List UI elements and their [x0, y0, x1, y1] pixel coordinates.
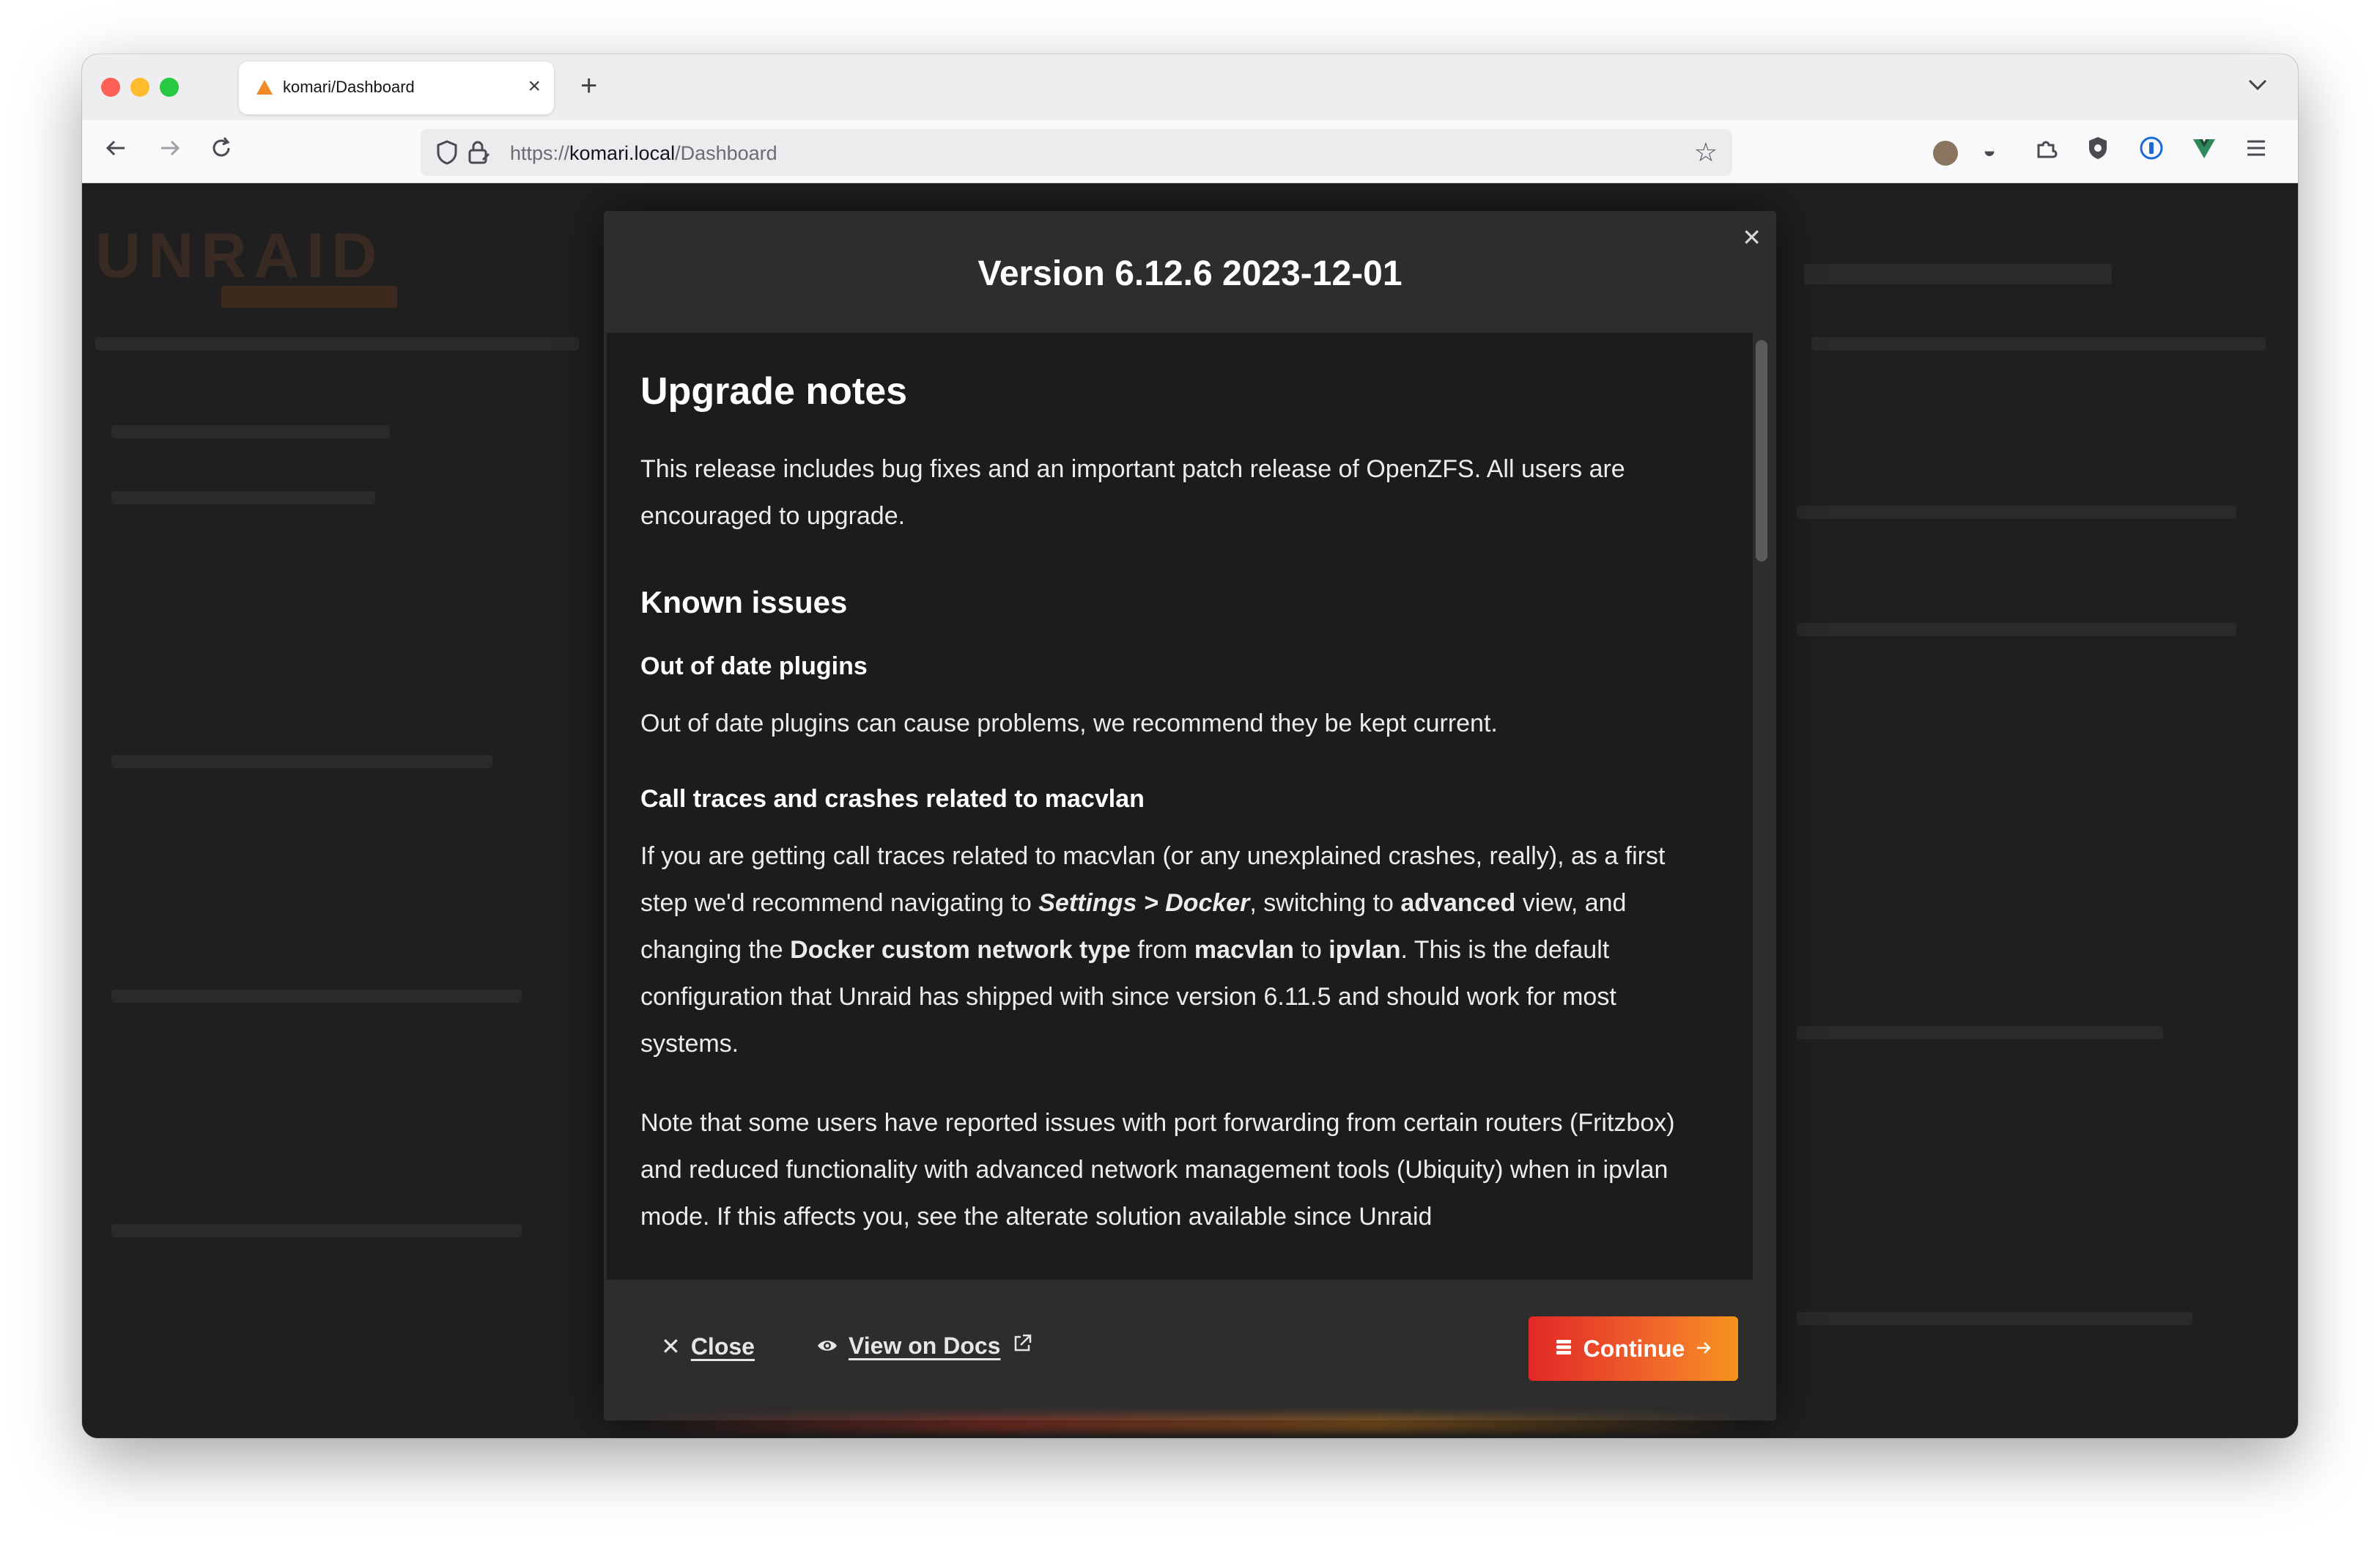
note-text: Note that some users have reported issue… [640, 1109, 1675, 1231]
panel-placeholder [111, 989, 522, 1003]
logo-badge [221, 286, 397, 308]
page-background: UNRAID Version 6.12.6 2023-12-01 ✕ Upgra… [82, 183, 2298, 1438]
password-manager-icon[interactable] [2138, 135, 2165, 169]
view-docs-link[interactable]: View on Docs [816, 1333, 1032, 1360]
panel-placeholder [111, 425, 390, 438]
release-notes-content: Upgrade notes This release includes bug … [640, 369, 1718, 1240]
macvlan-text: If you are getting call traces related t… [640, 842, 1666, 1058]
panel-placeholder [111, 1224, 522, 1237]
macvlan-heading: Call traces and crashes related to macvl… [640, 785, 1145, 813]
nav-placeholder [95, 337, 579, 350]
unraid-logo: UNRAID [95, 221, 385, 291]
scrollbar-thumb[interactable] [1756, 340, 1767, 561]
plugins-heading: Out of date plugins [640, 652, 868, 680]
profile-avatar-icon[interactable] [1933, 141, 1958, 166]
menu-icon[interactable] [2244, 135, 2269, 169]
known-issues-heading: Known issues [640, 585, 848, 619]
extension-eye-icon[interactable]: ◒ [1983, 135, 1996, 167]
close-x-icon: ✕ [661, 1333, 681, 1360]
privacy-shield-icon[interactable] [2085, 135, 2110, 169]
close-window-button[interactable] [101, 78, 120, 97]
continue-button[interactable]: Continue [1529, 1316, 1738, 1381]
back-icon[interactable] [103, 135, 129, 169]
panel-placeholder [1797, 623, 2236, 636]
address-bar[interactable]: https://komari.local/Dashboard ☆ [421, 129, 1732, 176]
browser-window: komari/Dashboard × + https://komari.loca… [82, 54, 2298, 1438]
release-notes-modal: Version 6.12.6 2023-12-01 ✕ Upgrade note… [604, 211, 1776, 1420]
release-notes-body[interactable]: Upgrade notes This release includes bug … [607, 333, 1753, 1280]
vue-devtools-icon[interactable] [2191, 135, 2217, 169]
url-text[interactable]: https://komari.local/Dashboard [510, 142, 777, 165]
new-tab-icon[interactable]: + [580, 69, 597, 103]
zoom-window-button[interactable] [160, 78, 179, 97]
tab-list-chevron-down-icon[interactable] [2247, 75, 2269, 97]
modal-title: Version 6.12.6 2023-12-01 [978, 254, 1402, 293]
navigation-bar: https://komari.local/Dashboard ☆ ◒ [82, 120, 2298, 183]
modal-header: Version 6.12.6 2023-12-01 ✕ [604, 211, 1776, 333]
plugins-text: Out of date plugins can cause problems, … [640, 710, 1498, 737]
tab-close-icon[interactable]: × [528, 73, 541, 100]
panel-placeholder [1797, 506, 2236, 519]
eye-icon [816, 1333, 838, 1359]
arrow-right-icon [1695, 1335, 1712, 1363]
forward-icon[interactable] [157, 135, 183, 169]
upgrade-notes-text: This release includes bug fixes and an i… [640, 455, 1625, 530]
upgrade-notes-heading: Upgrade notes [640, 370, 908, 413]
panel-placeholder [1797, 1312, 2192, 1325]
toolbar-placeholder [1811, 337, 2266, 350]
lock-icon[interactable] [466, 139, 491, 169]
extensions-icon[interactable] [2034, 135, 2059, 169]
tab-bar: komari/Dashboard × + [82, 54, 2298, 120]
modal-glow [624, 1415, 1753, 1432]
panel-placeholder [111, 491, 375, 504]
panel-placeholder [111, 755, 492, 768]
modal-footer: ✕ Close View on Docs Continue [604, 1280, 1776, 1420]
minimize-window-button[interactable] [130, 78, 149, 97]
stack-icon [1554, 1335, 1573, 1363]
header-right-placeholder [1804, 264, 2112, 284]
unraid-favicon-icon [256, 80, 273, 95]
close-button[interactable]: ✕ Close [661, 1333, 755, 1360]
star-icon[interactable]: ☆ [1694, 138, 1718, 167]
tab-title: komari/Dashboard [283, 78, 415, 96]
panel-placeholder [1797, 1026, 2163, 1039]
external-link-icon [1012, 1333, 1032, 1359]
shield-icon[interactable] [435, 139, 459, 169]
browser-tab[interactable]: komari/Dashboard × [239, 62, 554, 114]
modal-close-icon[interactable]: ✕ [1742, 224, 1762, 251]
reload-icon[interactable] [208, 135, 234, 169]
